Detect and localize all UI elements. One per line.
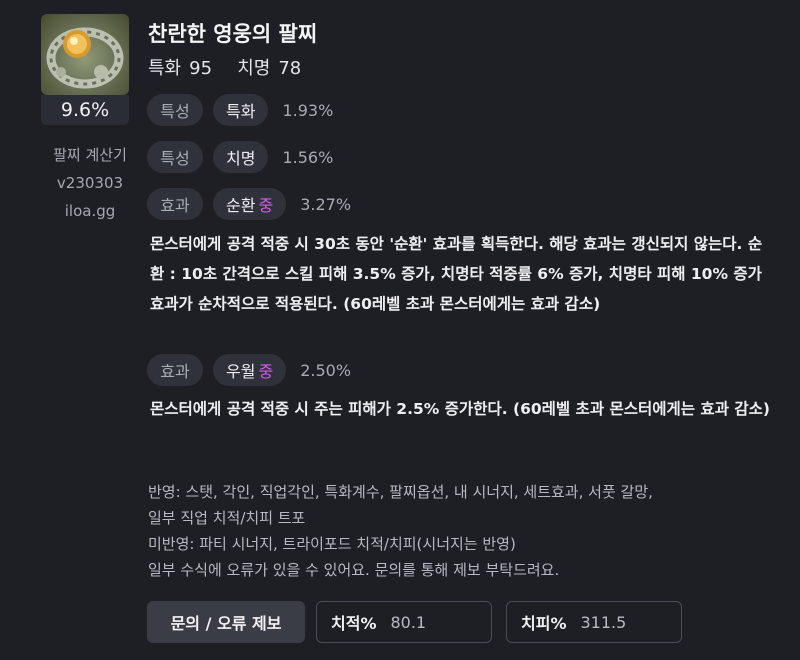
effect-category: 효과 [147,354,203,386]
bracelet-item-icon [41,14,129,95]
effect-name-text: 치명 [226,149,256,168]
crit-damage-field: 치피% [506,601,682,643]
effect-name-text: 우월 [226,362,256,381]
effect-name: 치명 [213,141,269,173]
crit-rate-label: 치적% [331,614,377,633]
effect-value: 3.27% [300,194,352,214]
effect-category: 특성 [147,141,203,173]
effect-description: 몬스터에게 공격 적중 시 30초 동안 '순환' 효과를 획득한다. 해당 효… [150,235,763,313]
calculation-notes: 반영: 스탯, 각인, 직업각인, 특화계수, 팔찌옵션, 내 시너지, 세트효… [148,479,768,583]
effect-name-text: 순환 [226,196,256,215]
calculator-info: 팔찌 계산기 v230303 iloa.gg [30,141,150,225]
stat-label: 치명 [237,58,271,79]
disclaimer-note: 일부 수식에 오류가 있을 수 있어요. 문의를 통해 제보 부탁드려요. [148,561,560,579]
stat-label: 특화 [148,58,182,79]
effect-category: 특성 [147,94,203,126]
effect-description: 몬스터에게 공격 적중 시 주는 피해가 2.5% 증가한다. (60레벨 초과… [150,400,770,418]
effect-category: 효과 [147,188,203,220]
effect-value: 1.56% [282,147,334,167]
item-stats: 특화 95 치명 78 [148,54,309,80]
stat-value: 95 [189,58,213,79]
reflected-note: 반영: 스탯, 각인, 직업각인, 특화계수, 팔찌옵션, 내 시너지, 세트효… [148,483,653,501]
reflected-note-cont: 일부 직업 치적/치피 트포 [148,509,306,527]
effect-grade: 중 [258,362,274,381]
item-panel: 9.6% 팔찌 계산기 v230303 iloa.gg [30,14,150,225]
bracelet-score: 9.6% [41,95,129,125]
effect-grade: 중 [258,196,274,215]
effect-value: 1.93% [282,100,334,120]
effect-row: 특성 특화 1.93% [147,94,333,126]
effect-row: 효과 순환 중 3.27% [147,188,351,220]
report-button[interactable]: 문의 / 오류 제보 [147,601,305,643]
crit-damage-label: 치피% [521,614,567,633]
effect-value: 2.50% [300,360,352,380]
effect-name-text: 특화 [226,102,256,121]
crit-rate-input[interactable] [390,612,481,632]
effect-name: 우월 중 [213,354,287,386]
crit-damage-input[interactable] [580,612,671,632]
effect-name: 특화 [213,94,269,126]
site-link[interactable]: iloa.gg [30,197,150,225]
calculator-name: 팔찌 계산기 [53,146,127,164]
calculator-version: v230303 [56,174,124,192]
effect-name: 순환 중 [213,188,287,220]
not-reflected-note: 미반영: 파티 시너지, 트라이포드 치적/치피(시너지는 반영) [148,535,516,553]
effect-row: 효과 우월 중 2.50% [147,354,351,386]
item-name: 찬란한 영웅의 팔찌 [148,22,318,46]
stat-value: 78 [278,58,302,79]
effect-row: 특성 치명 1.56% [147,141,333,173]
crit-rate-field: 치적% [316,601,492,643]
